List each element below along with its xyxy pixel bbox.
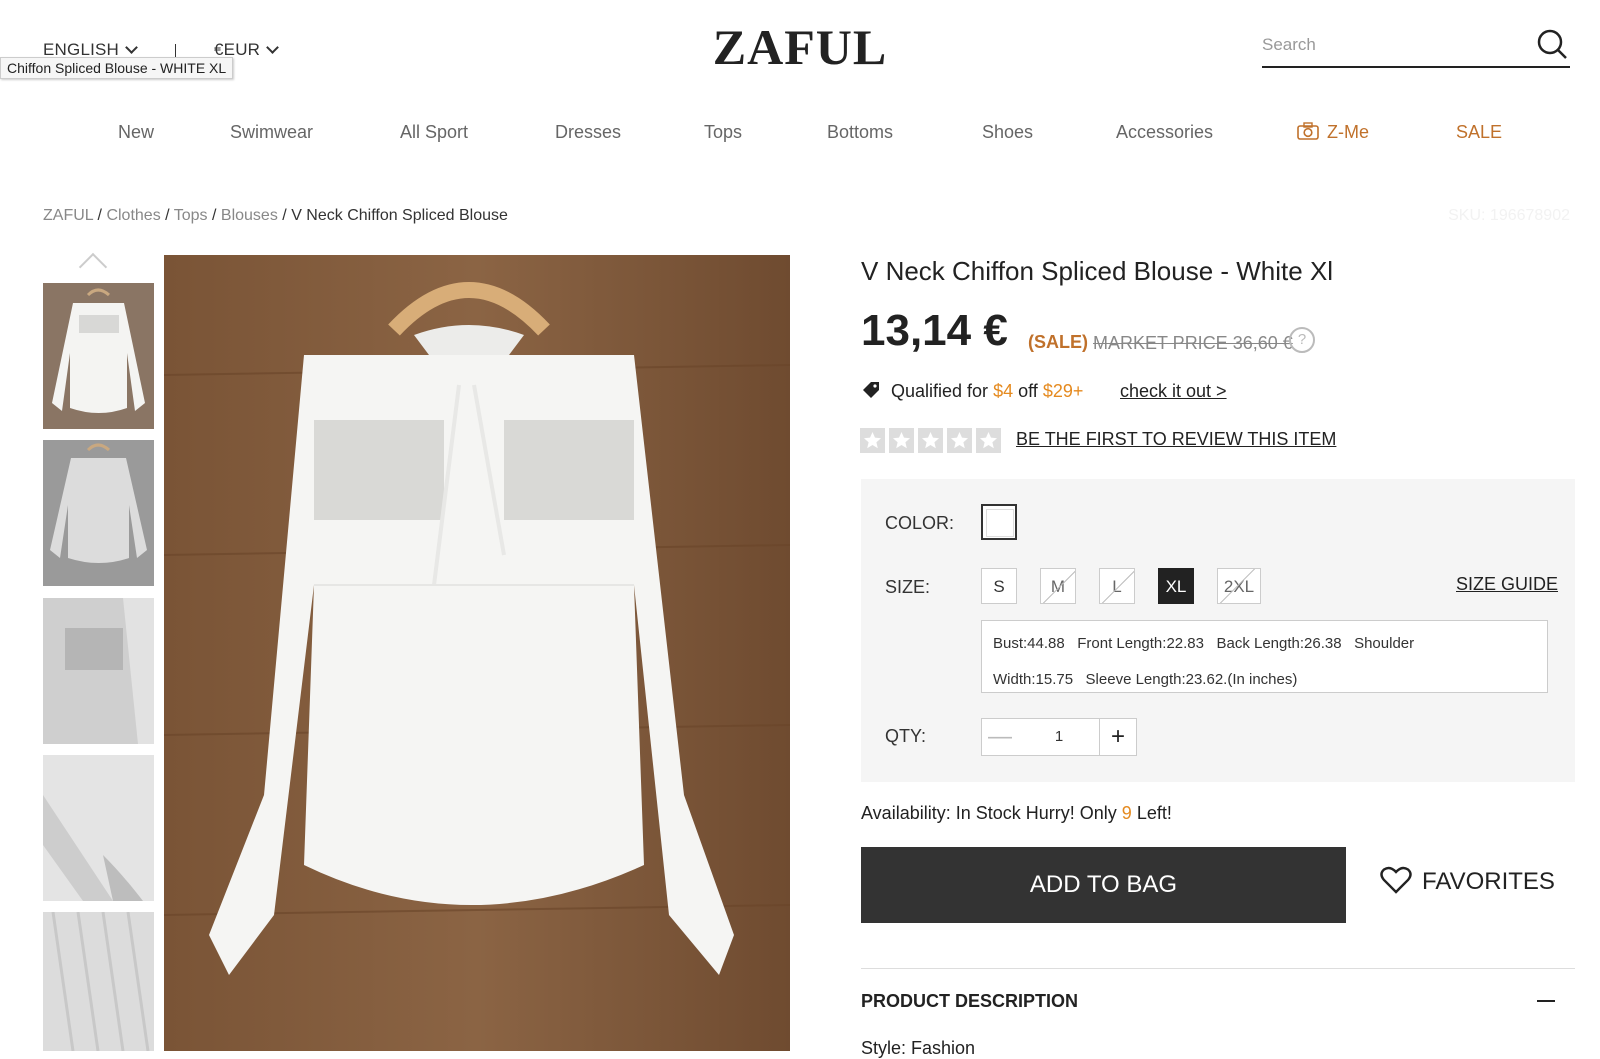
product-description-title[interactable]: PRODUCT DESCRIPTION (861, 991, 1078, 1012)
star-icon (947, 428, 972, 453)
nav-item-sale[interactable]: SALE (1456, 122, 1502, 143)
search-box (1262, 28, 1570, 68)
star-icon (860, 428, 885, 453)
thumbnail-3[interactable] (43, 598, 154, 744)
size-option-s[interactable]: S (981, 568, 1017, 604)
help-icon[interactable]: ? (1289, 327, 1315, 353)
section-divider (861, 968, 1575, 969)
heart-icon (1380, 866, 1412, 894)
main-nav: New Swimwear All Sport Dresses Tops Bott… (0, 122, 1600, 152)
nav-z-me-label: Z-Me (1327, 122, 1369, 142)
chevron-down-icon (266, 41, 280, 54)
size-option-m[interactable]: M (1040, 568, 1076, 604)
nav-item-z-me[interactable]: Z-Me (1297, 122, 1369, 143)
nav-item-swimwear[interactable]: Swimwear (230, 122, 313, 143)
size-option-l[interactable]: L (1099, 568, 1135, 604)
availability-count: 9 (1121, 803, 1132, 823)
star-icon (918, 428, 943, 453)
chevron-down-icon (125, 41, 138, 54)
breadcrumb-separator: / (212, 207, 217, 224)
product-price: 13,14 € (861, 306, 1008, 355)
qty-decrease-button[interactable]: — (981, 718, 1019, 756)
chevron-up-icon[interactable] (78, 252, 108, 282)
breadcrumb-zaful[interactable]: ZAFUL (43, 207, 93, 224)
qty-increase-button[interactable]: + (1099, 718, 1137, 756)
availability-prefix: Availability: In Stock Hurry! Only (861, 803, 1117, 823)
promo-prefix: Qualified for (891, 381, 989, 401)
favorites-button[interactable]: FAVORITES (1380, 866, 1555, 897)
promo-mid: off (1018, 381, 1038, 401)
thumbnail-1[interactable] (43, 283, 154, 429)
tooltip: Chiffon Spliced Blouse - WHITE XL (0, 57, 234, 79)
promo-line: Qualified for $4 off $29+ (861, 381, 1083, 402)
nav-item-tops[interactable]: Tops (704, 122, 742, 143)
search-icon[interactable] (1536, 28, 1568, 60)
add-to-bag-button[interactable]: ADD TO BAG (861, 847, 1346, 923)
breadcrumb-clothes[interactable]: Clothes (106, 207, 160, 224)
swatch-fill (986, 509, 1014, 537)
size-label: SIZE: (885, 577, 931, 597)
promo-discount: $4 (993, 381, 1014, 401)
nav-item-bottoms[interactable]: Bottoms (827, 122, 893, 143)
size-guide-link[interactable]: SIZE GUIDE (1456, 574, 1558, 595)
color-swatch-white[interactable] (981, 504, 1017, 540)
market-price: MARKET PRICE 36,60 € (1093, 333, 1293, 353)
star-icon (889, 428, 914, 453)
breadcrumb-tops[interactable]: Tops (174, 207, 208, 224)
promo-threshold: $29+ (1042, 381, 1084, 401)
qty-label: QTY: (885, 726, 927, 746)
thumbnail-2[interactable] (43, 440, 154, 586)
style-attribute: Style: Fashion (861, 1038, 976, 1058)
nav-item-dresses[interactable]: Dresses (555, 122, 621, 143)
rating-stars (860, 428, 1005, 453)
availability-suffix: Left! (1136, 803, 1172, 823)
sku-label: SKU: 196678902 (1448, 207, 1570, 224)
breadcrumb-separator: / (165, 207, 170, 224)
breadcrumb-current: V Neck Chiffon Spliced Blouse (291, 207, 508, 224)
availability-text: Availability: In Stock Hurry! Only 9 Lef… (861, 803, 1172, 824)
product-title: V Neck Chiffon Spliced Blouse - White Xl (861, 256, 1334, 286)
collapse-icon[interactable] (1537, 1000, 1555, 1002)
star-icon (976, 428, 1001, 453)
breadcrumb-separator: / (97, 207, 102, 224)
first-review-link[interactable]: BE THE FIRST TO REVIEW THIS ITEM (1016, 429, 1336, 450)
qty-input[interactable]: 1 (1018, 718, 1100, 756)
nav-item-shoes[interactable]: Shoes (982, 122, 1033, 143)
nav-item-accessories[interactable]: Accessories (1116, 122, 1213, 143)
search-input[interactable] (1262, 28, 1512, 62)
measurements-line-2: Width:15.75 Sleeve Length:23.62.(In inch… (993, 671, 1298, 688)
sale-badge: (SALE) (1028, 332, 1088, 352)
logo[interactable]: ZAFUL (700, 18, 900, 76)
thumbnail-4[interactable] (43, 755, 154, 901)
size-option-2xl[interactable]: 2XL (1217, 568, 1261, 604)
breadcrumb-blouses[interactable]: Blouses (221, 207, 278, 224)
nav-item-all-sport[interactable]: All Sport (400, 122, 468, 143)
nav-item-new[interactable]: New (118, 122, 154, 143)
check-it-out-link[interactable]: check it out > (1120, 381, 1227, 402)
size-measurements: Bust:44.88 Front Length:22.83 Back Lengt… (981, 620, 1548, 693)
product-main-image[interactable] (164, 255, 790, 1051)
thumbnail-5[interactable] (43, 912, 154, 1051)
breadcrumb: ZAFUL / Clothes / Tops / Blouses / V Nec… (43, 207, 508, 225)
measurements-line-1: Bust:44.88 Front Length:22.83 Back Lengt… (993, 635, 1415, 652)
color-label: COLOR: (885, 513, 955, 533)
breadcrumb-separator: / (282, 207, 287, 224)
tag-icon (863, 382, 879, 399)
camera-icon (1297, 122, 1319, 141)
favorites-label: FAVORITES (1422, 868, 1555, 895)
size-option-xl[interactable]: XL (1158, 568, 1194, 604)
